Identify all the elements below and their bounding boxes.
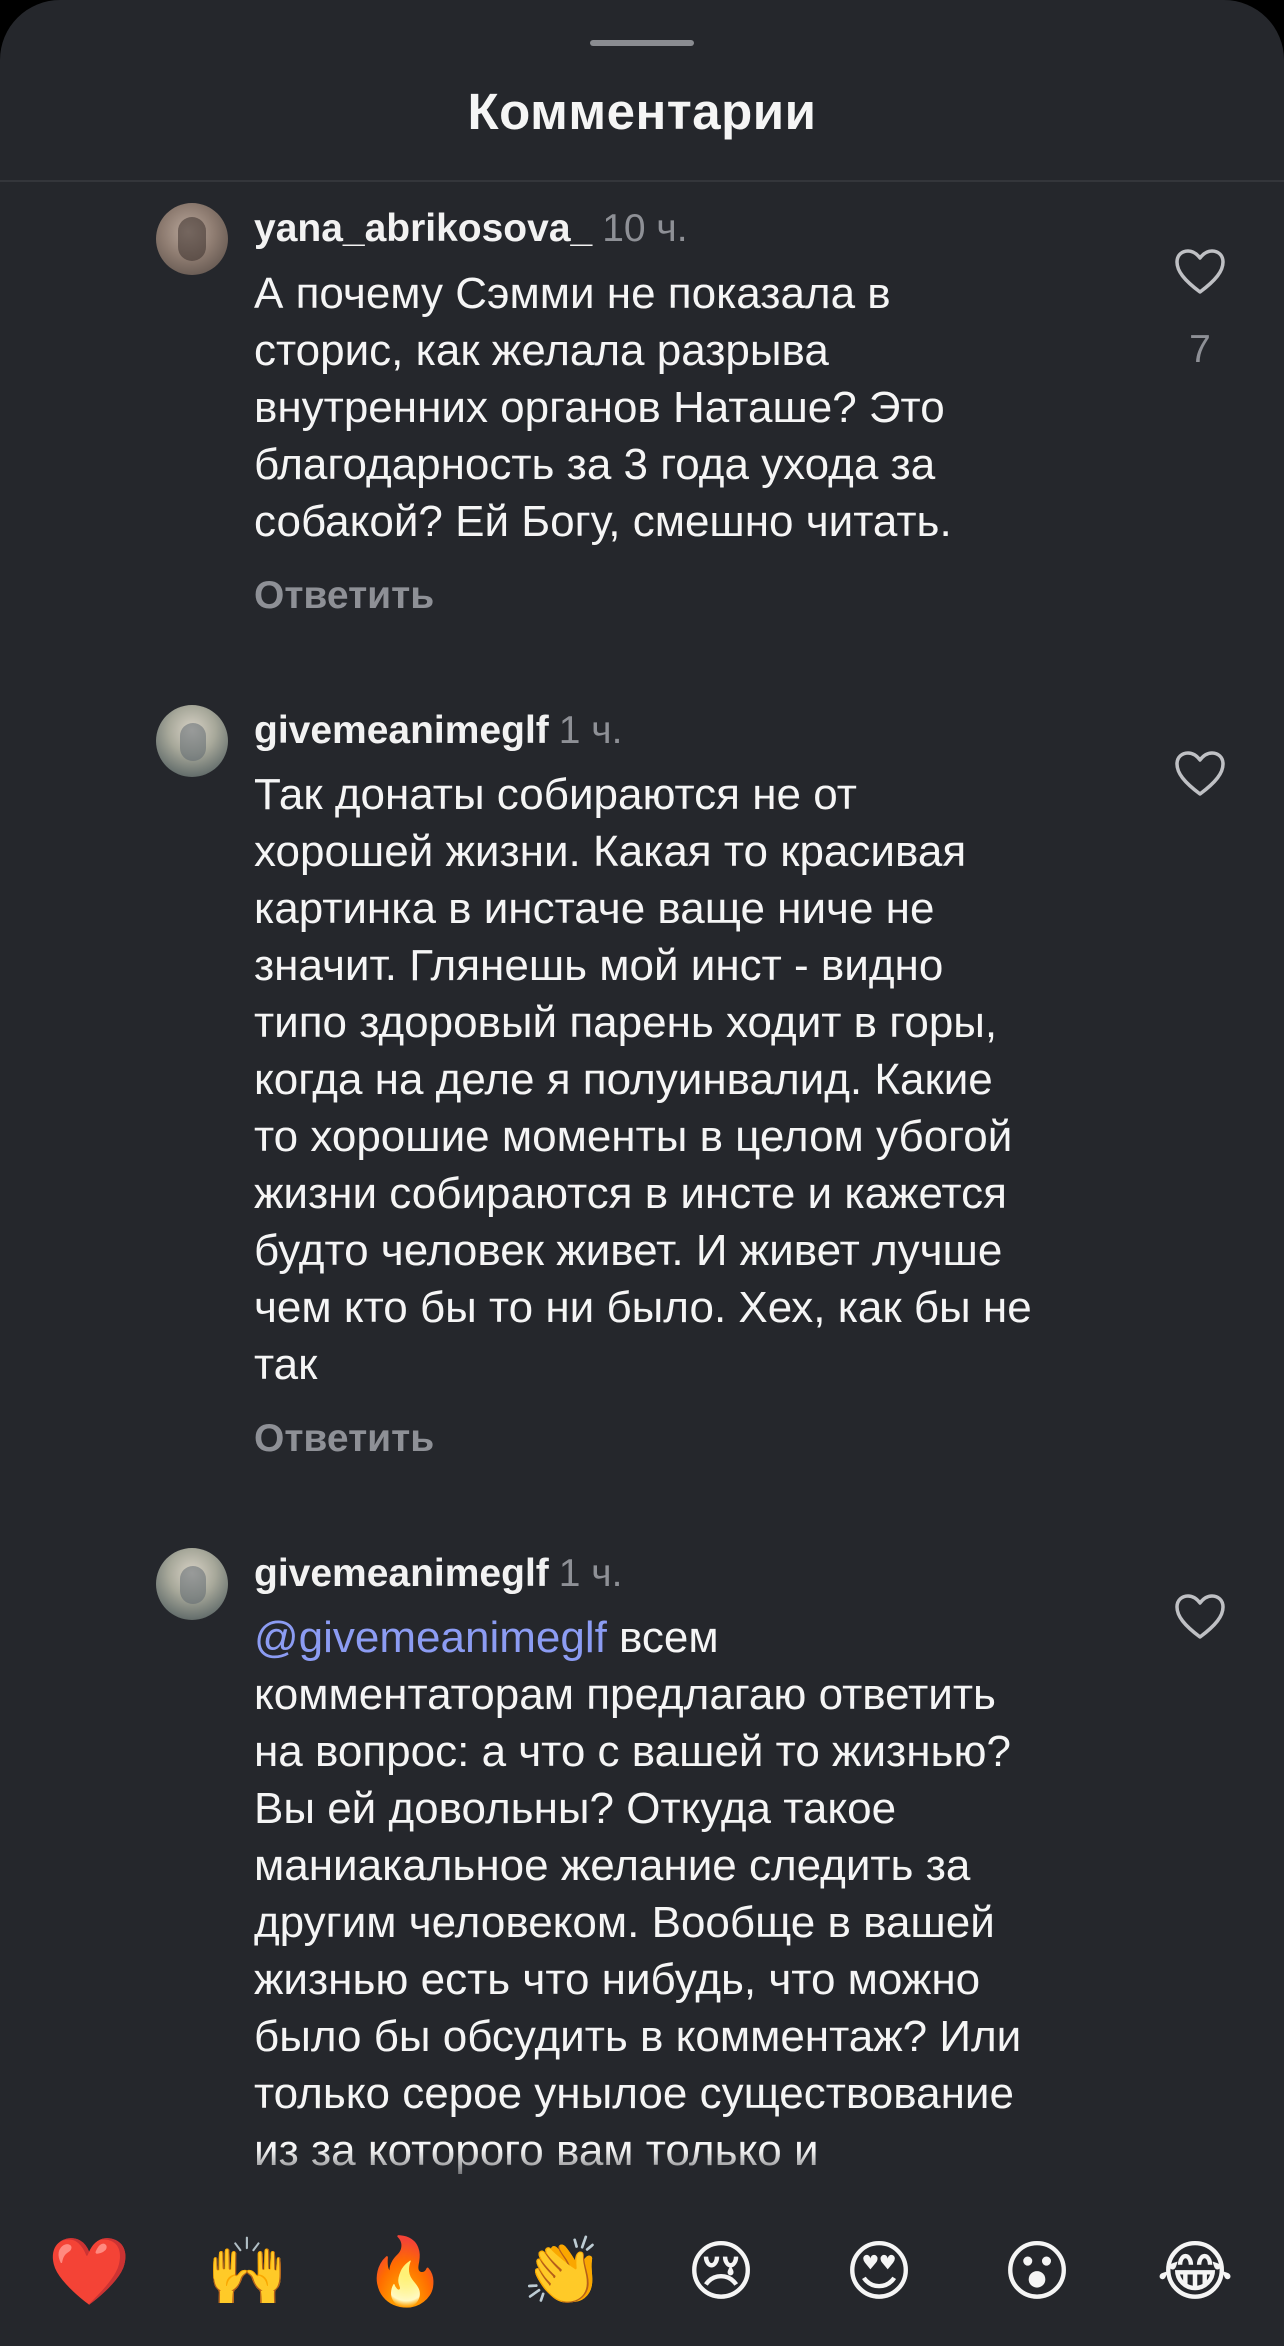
avatar[interactable] [156, 203, 228, 275]
sheet-title: Комментарии [467, 83, 817, 140]
surprised-face-emoji[interactable]: 😮 [997, 2232, 1077, 2312]
reply-button[interactable]: Ответить [254, 574, 434, 618]
heart-eyes-emoji[interactable]: 😍 [839, 2232, 919, 2312]
comment-time: 1 ч. [558, 1552, 623, 1595]
tears-of-joy-emoji[interactable]: 😂 [1155, 2232, 1235, 2312]
comments-sheet: Комментарии yana_abrikosova_ 10 ч. А поче… [0, 0, 1284, 2346]
comment-username[interactable]: givemeanimeglf [254, 1552, 549, 1595]
avatar[interactable] [156, 1548, 228, 1620]
comment-time: 1 ч. [558, 709, 623, 752]
drag-handle[interactable] [590, 40, 694, 46]
quick-reactions-bar [0, 2200, 1284, 2346]
comment-username[interactable]: givemeanimeglf [254, 709, 549, 752]
like-count: 7 [1189, 328, 1211, 371]
scroll-fade [0, 2150, 1284, 2200]
heart-icon[interactable] [1174, 750, 1226, 798]
clapping-hands-emoji[interactable]: 👏 [522, 2232, 604, 2312]
comment-username[interactable]: yana_abrikosova_ [254, 207, 592, 250]
fire-emoji[interactable]: 🔥 [364, 2232, 446, 2312]
comment-time: 10 ч. [602, 207, 688, 250]
sheet-header: Комментарии [0, 0, 1284, 182]
comment-text: А почему Сэмми не показала в сторис, как… [254, 269, 952, 546]
comment-text: Так донаты собираются не от хорошей жизн… [254, 770, 1032, 1389]
comment-text-content: всем комментаторам предлагаю ответить на… [254, 1613, 1022, 2232]
heart-icon[interactable] [1174, 1593, 1226, 1641]
avatar[interactable] [156, 705, 228, 777]
reply-button[interactable]: Ответить [254, 1417, 434, 1461]
red-heart-emoji[interactable]: ❤️ [48, 2232, 130, 2312]
raising-hands-emoji[interactable]: 🙌 [206, 2232, 288, 2312]
mention-link[interactable]: @givemeanimeglf [254, 1613, 607, 1662]
heart-icon[interactable] [1174, 248, 1226, 296]
comment-text: @givemeanimeglf всем комментаторам предл… [254, 1609, 1124, 2236]
crying-face-emoji[interactable]: 😢 [681, 2232, 761, 2312]
